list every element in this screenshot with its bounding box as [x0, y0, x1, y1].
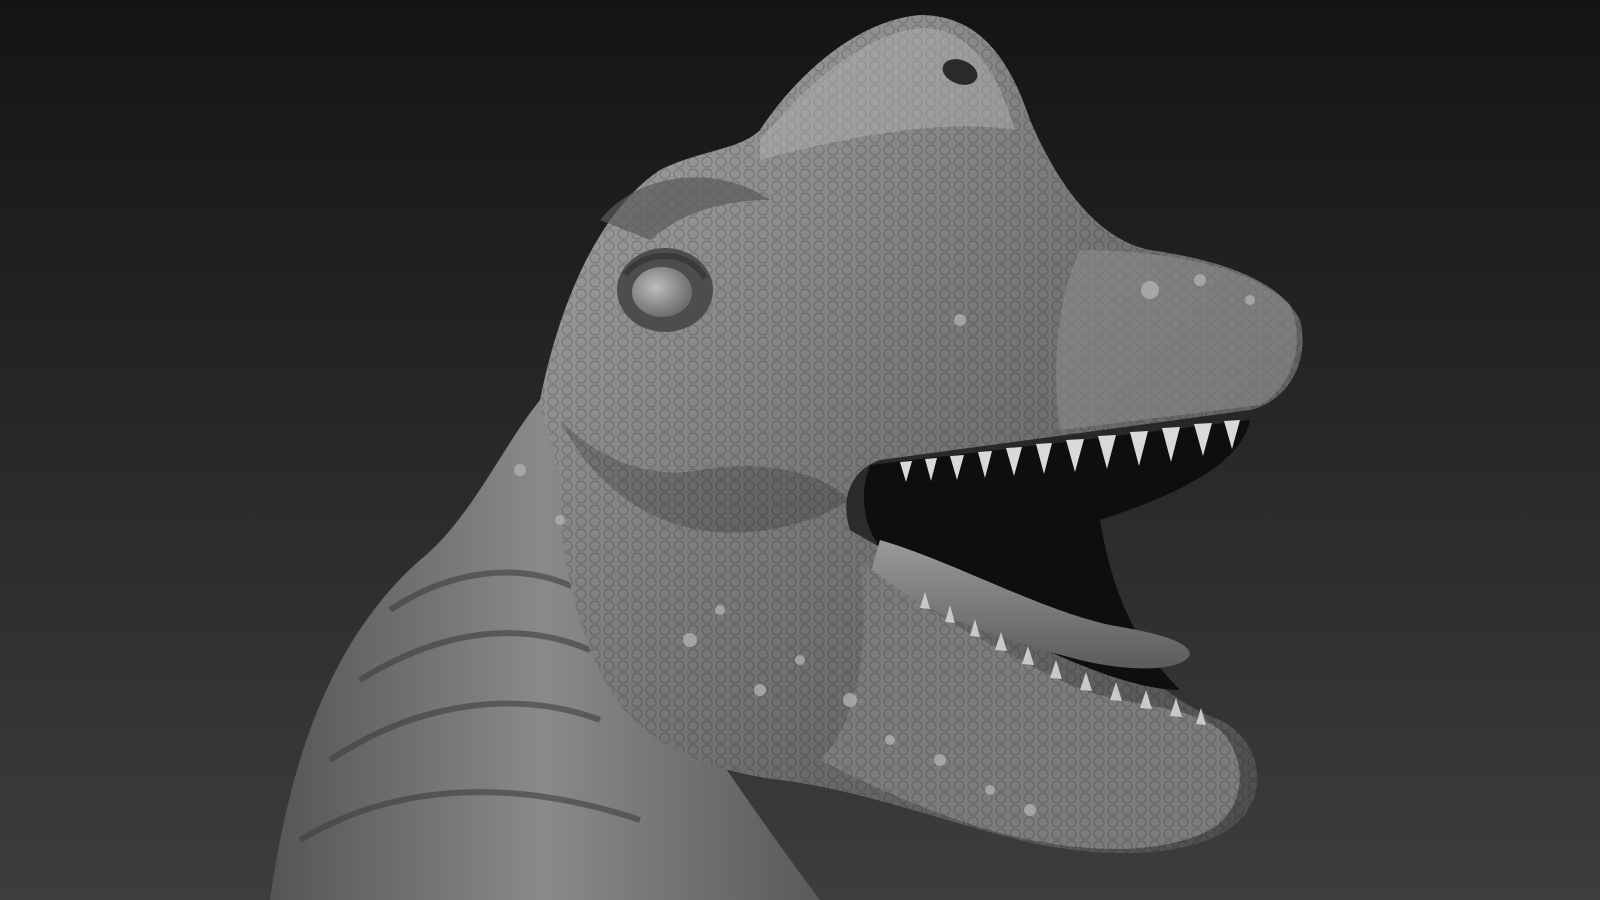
eye	[632, 267, 692, 317]
render-viewport	[0, 0, 1600, 900]
dinosaur-render	[0, 0, 1600, 900]
